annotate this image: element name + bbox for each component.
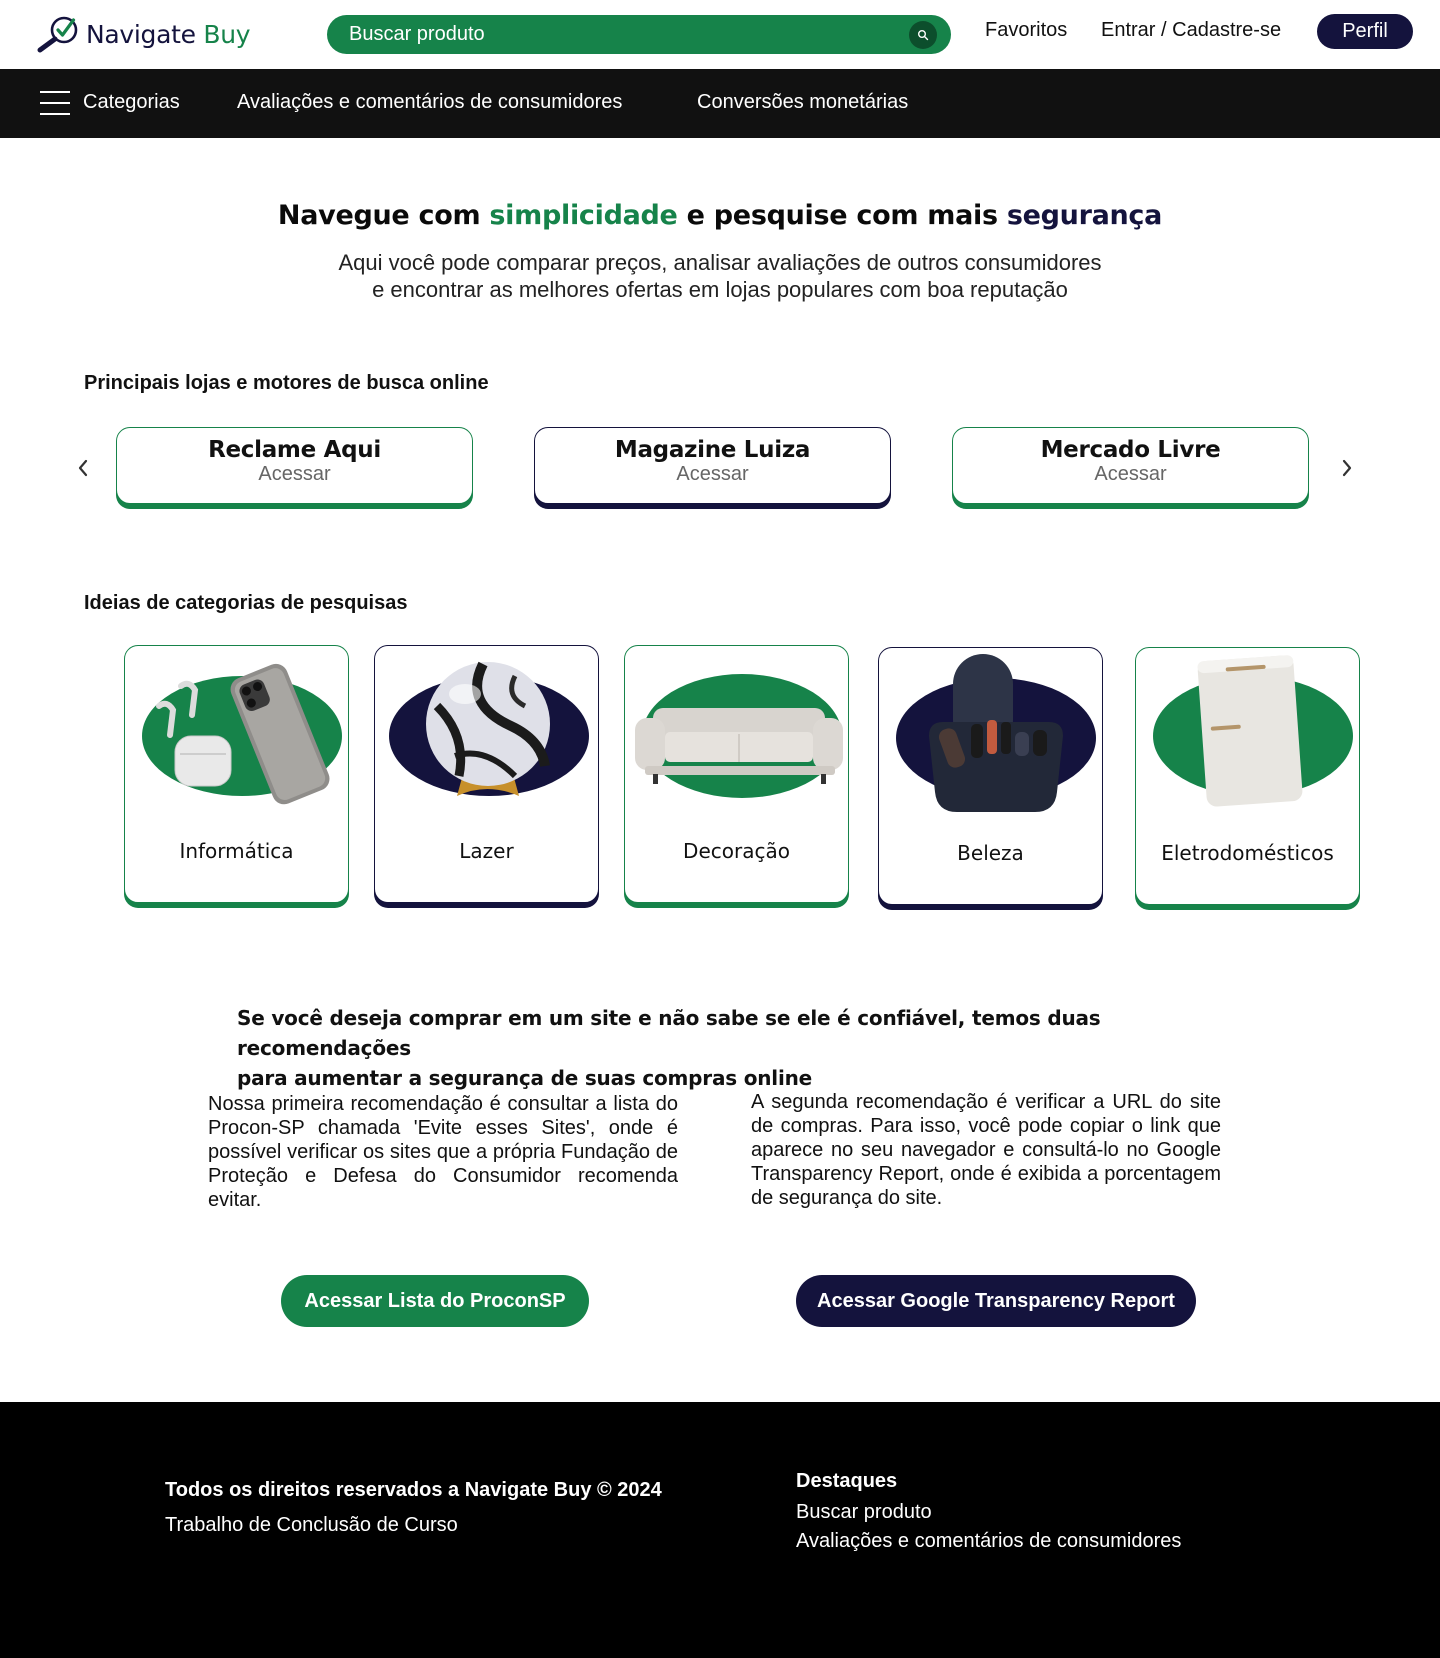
search-button[interactable]: [909, 21, 937, 49]
recommendation-title-line-1: Se você deseja comprar em um site e não …: [237, 1006, 1101, 1060]
hero-subtitle-line-2: e encontrar as melhores ofertas em lojas…: [372, 277, 1068, 302]
category-card-eletrodomesticos[interactable]: Eletrodomésticos: [1135, 647, 1360, 905]
category-label: Eletrodomésticos: [1161, 841, 1334, 865]
category-card-lazer[interactable]: Lazer: [374, 645, 599, 903]
brand-name: Navigate Buy: [86, 19, 251, 49]
store-name: Mercado Livre: [1040, 437, 1221, 463]
category-label: Beleza: [957, 841, 1024, 865]
store-card-magazine-luiza[interactable]: Magazine Luiza Acessar: [534, 427, 891, 504]
store-access-link[interactable]: Acessar: [117, 463, 472, 486]
store-card-reclame-aqui[interactable]: Reclame Aqui Acessar: [116, 427, 473, 504]
chevron-right-icon: [1342, 459, 1352, 477]
categories-heading: Ideias de categorias de pesquisas: [84, 592, 408, 614]
store-name: Magazine Luiza: [614, 437, 811, 463]
ball-icon: [389, 661, 589, 796]
recommendation-second: A segunda recomendação é verificar a URL…: [751, 1091, 1221, 1209]
main-menu: Categorias Avaliações e comentários de c…: [0, 69, 1440, 138]
footer-subtitle: Trabalho de Conclusão de Curso: [165, 1514, 458, 1536]
top-header: Navigate Buy Favoritos Entrar / Cadastre…: [0, 0, 1440, 69]
category-card-informatica[interactable]: Informática: [124, 645, 349, 903]
category-label: Informática: [179, 839, 294, 863]
search-bar: [327, 15, 951, 54]
footer-highlights-title: Destaques: [796, 1470, 898, 1492]
category-label: Decoração: [683, 839, 790, 863]
hero-title: Navegue com simplicidade e pesquise com …: [277, 200, 1163, 231]
stores-heading: Principais lojas e motores de busca onli…: [84, 372, 489, 394]
footer-copyright: Todos os direitos reservados a Navigate …: [165, 1479, 662, 1501]
menu-categories[interactable]: Categorias: [83, 91, 180, 114]
category-label: Lazer: [459, 839, 514, 863]
menu-currency-conversion[interactable]: Conversões monetárias: [697, 91, 908, 114]
google-transparency-button[interactable]: Acessar Google Transparency Report: [796, 1275, 1196, 1327]
footer: Todos os direitos reservados a Navigate …: [0, 1402, 1440, 1658]
footer-link-reviews[interactable]: Avaliações e comentários de consumidores: [796, 1530, 1181, 1553]
hamburger-menu-icon[interactable]: [40, 91, 70, 115]
recommendation-title-line-2: para aumentar a segurança de suas compra…: [237, 1066, 813, 1090]
chevron-left-icon: [78, 459, 88, 477]
hair-dryer-icon: [896, 654, 1096, 812]
store-card-mercado-livre[interactable]: Mercado Livre Acessar: [952, 427, 1309, 504]
footer-link-search[interactable]: Buscar produto: [796, 1501, 932, 1524]
carousel-next-button[interactable]: [1337, 458, 1357, 478]
recommendation-title: Se você deseja comprar em um site e não …: [237, 1003, 1237, 1093]
logo[interactable]: Navigate Buy: [36, 14, 251, 54]
smartphone-icon: [142, 663, 342, 805]
profile-button[interactable]: Perfil: [1317, 14, 1413, 49]
store-name: Reclame Aqui: [208, 437, 381, 463]
search-input[interactable]: [349, 15, 889, 54]
carousel-prev-button[interactable]: [73, 458, 93, 478]
category-card-beleza[interactable]: Beleza: [878, 647, 1103, 905]
login-link[interactable]: Entrar / Cadastre-se: [1101, 19, 1281, 42]
store-access-link[interactable]: Acessar: [953, 463, 1308, 486]
sofa-icon: [635, 674, 843, 798]
store-access-link[interactable]: Acessar: [535, 463, 890, 486]
procon-list-button[interactable]: Acessar Lista do ProconSP: [281, 1275, 589, 1327]
category-card-decoracao[interactable]: Decoração: [624, 645, 849, 903]
magnifier-check-icon: [37, 16, 78, 53]
hero-subtitle-line-1: Aqui você pode comparar preços, analisar…: [338, 250, 1102, 275]
favorites-link[interactable]: Favoritos: [985, 19, 1067, 42]
menu-reviews[interactable]: Avaliações e comentários de consumidores: [237, 91, 622, 114]
search-icon: [918, 30, 929, 41]
fridge-icon: [1153, 655, 1353, 807]
recommendation-first: Nossa primeira recomendação é consultar …: [208, 1093, 678, 1211]
